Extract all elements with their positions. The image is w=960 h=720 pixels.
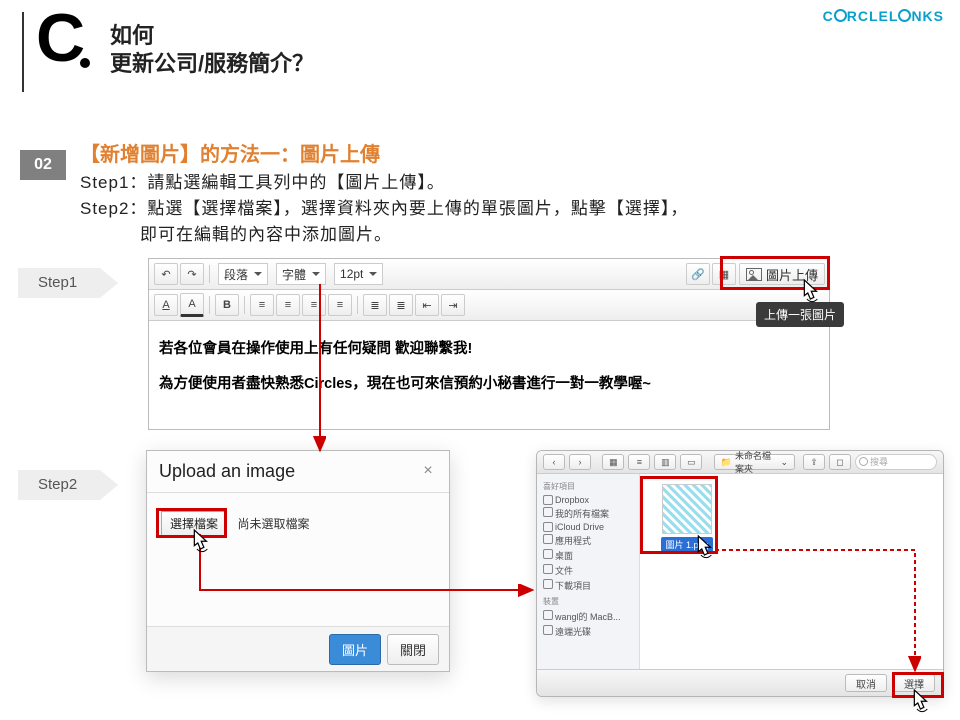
modal-close-button-2[interactable]: 關閉 (387, 634, 439, 665)
section-letter: C (36, 4, 85, 72)
sidebar-item[interactable]: 應用程式 (543, 533, 633, 548)
step1-chevron-label: Step1 (38, 274, 77, 291)
content-line-1: 若各位會員在操作使用上有任何疑問 歡迎聯繫我! (159, 337, 819, 358)
finder-view-gal[interactable]: ▭ (680, 454, 702, 470)
modal-image-button[interactable]: 圖片 (329, 634, 381, 665)
toolbar-row-2: A A B ≡ ≡ ≡ ≡ ≣ ≣ ⇤ ⇥ (149, 290, 829, 321)
font-select[interactable]: 字體 (276, 263, 326, 285)
finder-view-list[interactable]: ≡ (628, 454, 650, 470)
align-right-button[interactable]: ≡ (302, 294, 326, 316)
content-line-2: 為方便使用者盡快熟悉Circles，現在也可來信預約小秘書進行一對一教學喔~ (159, 372, 819, 393)
modal-title: Upload an image (159, 461, 295, 482)
no-file-label: 尚未選取檔案 (237, 515, 309, 532)
text-color-button[interactable]: A (154, 294, 178, 316)
section-subtitle: 【新增圖片】的方法一：圖片上傳 (80, 138, 380, 167)
page-title-line2: 更新公司/服務簡介？ (110, 46, 314, 78)
bg-color-button[interactable]: A (180, 293, 204, 317)
step2-instruction: Step2：點選【選擇檔案】，選擇資料夾內要上傳的單張圖片，點擊【選擇】， (80, 194, 688, 219)
bullet-list-button[interactable]: ≣ (363, 294, 387, 316)
cursor-icon (190, 528, 216, 558)
undo-button[interactable]: ↶ (154, 263, 178, 285)
insert-image-button[interactable]: ▦ (712, 263, 736, 285)
sidebar-item[interactable]: wangl的 MacB... (543, 609, 633, 624)
finder-forward-button[interactable]: › (569, 454, 591, 470)
align-center-button[interactable]: ≡ (276, 294, 300, 316)
section-letter-dot (80, 58, 90, 68)
paragraph-select[interactable]: 段落 (218, 263, 268, 285)
finder-sidebar: 喜好項目 Dropbox 我的所有檔案 iCloud Drive 應用程式 桌面… (537, 474, 640, 671)
header-divider (22, 12, 24, 92)
sidebar-item[interactable]: 桌面 (543, 548, 633, 563)
finder-cancel-button[interactable]: 取消 (845, 674, 887, 692)
align-left-button[interactable]: ≡ (250, 294, 274, 316)
finder-view-icon[interactable]: ▦ (602, 454, 624, 470)
finder-share-button[interactable]: ⇪ (803, 454, 825, 470)
modal-close-button[interactable]: × (419, 463, 437, 481)
sidebar-item[interactable]: Dropbox (543, 494, 633, 506)
bold-button[interactable]: B (215, 294, 239, 316)
rich-text-editor: ↶ ↷ 段落 字體 12pt 🔗 ▦ 圖片上傳 A A B ≡ ≡ ≡ ≡ ≣ … (148, 258, 830, 430)
cursor-icon (694, 534, 720, 564)
align-justify-button[interactable]: ≡ (328, 294, 352, 316)
finder-tag-button[interactable]: ◻ (829, 454, 851, 470)
sidebar-item[interactable]: 我的所有檔案 (543, 506, 633, 521)
sidebar-item[interactable]: iCloud Drive (543, 521, 633, 533)
step2-chevron-label: Step2 (38, 476, 77, 493)
indent-button[interactable]: ⇥ (441, 294, 465, 316)
thumbnail-image (662, 484, 712, 534)
sidebar-header-favorites: 喜好項目 (543, 481, 633, 492)
cursor-icon (910, 688, 936, 718)
finder-folder-dropdown[interactable]: 📁 未命名檔案夾 ⌄ (714, 454, 795, 470)
finder-back-button[interactable]: ‹ (543, 454, 565, 470)
step-number-badge: 02 (20, 150, 66, 180)
step2-instruction-cont: 即可在編輯的內容中添加圖片。 (140, 220, 392, 245)
number-list-button[interactable]: ≣ (389, 294, 413, 316)
toolbar-row-1: ↶ ↷ 段落 字體 12pt 🔗 ▦ 圖片上傳 (149, 259, 829, 290)
link-button[interactable]: 🔗 (686, 263, 710, 285)
editor-content[interactable]: 若各位會員在操作使用上有任何疑問 歡迎聯繫我! 為方便使用者盡快熟悉Circle… (149, 321, 829, 429)
outdent-button[interactable]: ⇤ (415, 294, 439, 316)
image-upload-icon (746, 268, 762, 281)
sidebar-header-devices: 裝置 (543, 596, 633, 607)
sidebar-item[interactable]: 文件 (543, 563, 633, 578)
file-picker-dialog: ‹ › ▦ ≡ ▥ ▭ 📁 未命名檔案夾 ⌄ ⇪ ◻ 搜尋 喜好項目 Dropb… (536, 450, 944, 697)
size-select[interactable]: 12pt (334, 263, 383, 285)
upload-image-modal: Upload an image × 選擇檔案 尚未選取檔案 圖片 關閉 (146, 450, 450, 672)
redo-button[interactable]: ↷ (180, 263, 204, 285)
logo: CRCLELNKS (823, 8, 944, 24)
step1-instruction: Step1：請點選編輯工具列中的【圖片上傳】。 (80, 168, 445, 193)
sidebar-item[interactable]: 下載項目 (543, 578, 633, 593)
finder-search-input[interactable]: 搜尋 (855, 454, 937, 470)
cursor-icon (800, 278, 826, 308)
finder-file-area[interactable]: 圖片 1.png (640, 474, 943, 671)
sidebar-item[interactable]: 遠端光碟 (543, 624, 633, 639)
finder-view-col[interactable]: ▥ (654, 454, 676, 470)
